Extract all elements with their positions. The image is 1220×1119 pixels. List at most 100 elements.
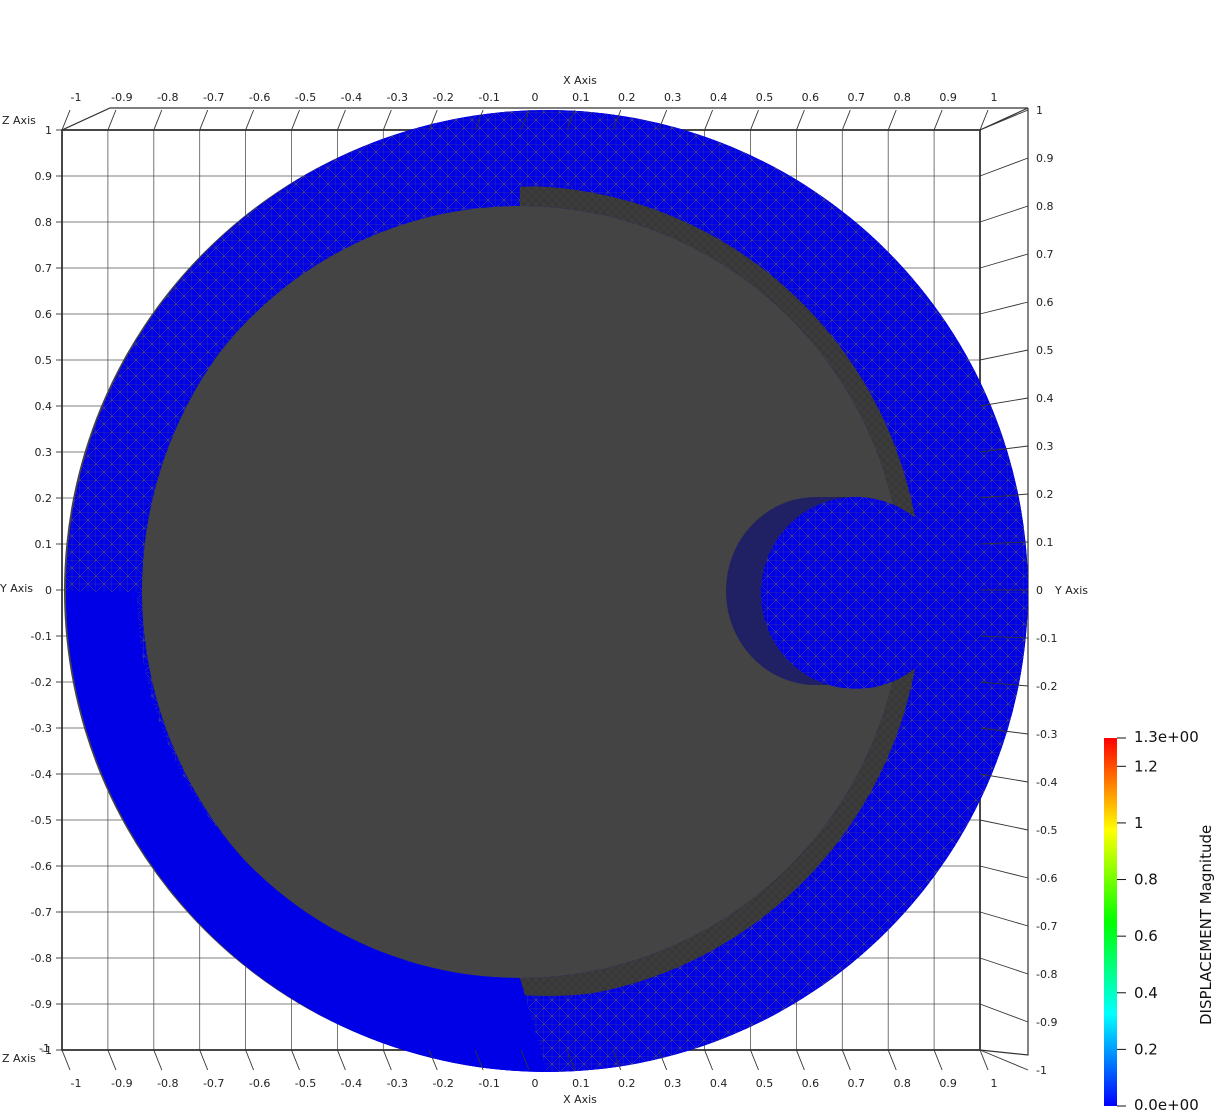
x-tick-label-top: 0.3 — [664, 91, 682, 104]
z-tick-label: -0.2 — [31, 676, 52, 689]
x-tick-top — [107, 109, 117, 131]
x-tick-label-bottom: 0.2 — [618, 1077, 636, 1090]
colorbar-ticks: 1.2 1 0.8 0.6 0.4 0.2 — [1117, 737, 1158, 1107]
x-tick-label-top: -0.5 — [295, 91, 316, 104]
z-tick-label: -0.6 — [31, 860, 52, 873]
x-tick-label-bottom: -1 — [71, 1077, 82, 1090]
x-tick-top — [382, 109, 392, 131]
y-tick — [979, 157, 1029, 177]
x-tick-label-bottom: -0.5 — [295, 1077, 316, 1090]
z-tick-label: 0.6 — [35, 308, 53, 321]
x-tick-bottom — [153, 1049, 163, 1071]
x-tick-top — [887, 109, 897, 131]
z-tick-label: 0.1 — [35, 538, 53, 551]
y-tick-label: -0.2 — [1036, 680, 1057, 693]
x-tick-label-top: 0.7 — [848, 91, 866, 104]
z-tick-label: 0.2 — [35, 492, 53, 505]
y-tick — [979, 819, 1029, 831]
y-tick-label: 0.4 — [1036, 392, 1054, 405]
colorbar-title: DISPLACEMENT Magnitude — [1197, 825, 1215, 1025]
x-tick-top — [933, 109, 943, 131]
y-axis-title-left: Y Axis — [0, 582, 33, 595]
x-tick-label-bottom: 0.4 — [710, 1077, 728, 1090]
z-axis-title-bottom: Z Axis — [2, 1052, 36, 1065]
z-axis-title-top: Z Axis — [2, 114, 36, 127]
x-tick-label-top: 0.2 — [618, 91, 636, 104]
colorbar: 1.2 1 0.8 0.6 0.4 0.2 1.3e+00 0.0e+00 DISPLAC… — [1104, 728, 1215, 1114]
x-tick-label-bottom: -0.2 — [432, 1077, 453, 1090]
x-tick-label-bottom: 0.1 — [572, 1077, 590, 1090]
y-tick-label: -1 — [1036, 1064, 1047, 1077]
z-tick-label: -0.1 — [31, 630, 52, 643]
y-tick-label: -0.6 — [1036, 872, 1057, 885]
x-tick-bottom — [933, 1049, 943, 1071]
x-tick-label-bottom: 0.5 — [756, 1077, 774, 1090]
z-tick-label: 0 — [45, 584, 52, 597]
render-viewport[interactable]: -1 -1 -0.9 -0.9 -0.8 -0.8 -0.7 -0.7 -0.6 -0.6 -0.5… — [0, 0, 1220, 1119]
x-tick-label-top: 0.8 — [893, 91, 911, 104]
x-tick-bottom — [795, 1049, 805, 1071]
x-tick-label-top: -0.2 — [432, 91, 453, 104]
y-tick-label: -0.3 — [1036, 728, 1057, 741]
x-tick-label-bottom: -0.3 — [387, 1077, 408, 1090]
y-tick — [979, 957, 1029, 975]
x-tick-top — [245, 109, 255, 131]
y-tick-label: 0.2 — [1036, 488, 1054, 501]
x-tick-bottom — [61, 1049, 71, 1071]
x-tick-top — [291, 109, 300, 131]
y-tick — [979, 205, 1029, 223]
x-tick-label-bottom: -0.9 — [111, 1077, 132, 1090]
x-tick-label-top: -0.8 — [157, 91, 178, 104]
x-tick-label-top: -0.9 — [111, 91, 132, 104]
colorbar-tick-label: 0.8 — [1134, 871, 1158, 889]
z-tick-label: 1 — [45, 124, 52, 137]
y-tick-label: 0.9 — [1036, 152, 1054, 165]
x-tick-label-bottom: -0.7 — [203, 1077, 224, 1090]
x-tick-label-top: 0.1 — [572, 91, 590, 104]
x-tick-label-bottom: 0.8 — [893, 1077, 911, 1090]
x-tick-bottom — [704, 1049, 714, 1071]
x-axis-title-top: X Axis — [563, 74, 597, 87]
x-tick-label-top: -0.4 — [341, 91, 362, 104]
x-tick-top — [750, 109, 759, 131]
z-tick-label: 0.8 — [35, 216, 53, 229]
z-tick-label: 0.3 — [35, 446, 53, 459]
y-axis-title-right: Y Axis — [1054, 584, 1088, 597]
mesh-model — [64, 110, 1028, 1072]
z-tick-label: 0.7 — [35, 262, 53, 275]
y-tick-label: -0.9 — [1036, 1016, 1057, 1029]
z-tick-label: -0.9 — [31, 998, 52, 1011]
x-tick-label-bottom: -0.6 — [249, 1077, 270, 1090]
x-tick-label-top: 0.9 — [939, 91, 957, 104]
z-tick-label: 0.5 — [35, 354, 53, 367]
x-tick-label-bottom: 0.6 — [802, 1077, 820, 1090]
x-tick-label-bottom: -0.8 — [157, 1077, 178, 1090]
y-tick-label: 0 — [1036, 584, 1043, 597]
y-tick-label: -0.7 — [1036, 920, 1057, 933]
x-tick-top — [153, 109, 163, 131]
x-tick-label-top: 0.5 — [756, 91, 774, 104]
x-tick-label-top: 1 — [991, 91, 998, 104]
x-axis-title-bottom: X Axis — [563, 1093, 597, 1106]
z-tick-label: 0.9 — [35, 170, 53, 183]
x-tick-bottom — [750, 1049, 759, 1071]
x-tick-label-top: -1 — [71, 91, 82, 104]
x-tick-top — [336, 109, 346, 131]
y-tick-label: -0.4 — [1036, 776, 1057, 789]
y-tick-label: 0.7 — [1036, 248, 1054, 261]
x-tick-bottom — [887, 1049, 897, 1071]
colorbar-gradient — [1104, 738, 1117, 1106]
y-tick — [979, 349, 1029, 361]
colorbar-tick-label: 0.4 — [1134, 984, 1158, 1002]
x-tick-label-top: -0.3 — [387, 91, 408, 104]
x-tick-label-bottom: 1 — [991, 1077, 998, 1090]
colorbar-max-label: 1.3e+00 — [1134, 728, 1199, 746]
y-tick-label: 0.8 — [1036, 200, 1054, 213]
y-tick — [979, 253, 1029, 269]
x-tick-label-top: -0.1 — [478, 91, 499, 104]
colorbar-min-label: 0.0e+00 — [1134, 1096, 1199, 1114]
x-tick-bottom — [245, 1049, 255, 1071]
x-tick-bottom — [199, 1049, 209, 1071]
x-tick-bottom — [107, 1049, 117, 1071]
colorbar-tick-label: 0.6 — [1134, 927, 1158, 945]
